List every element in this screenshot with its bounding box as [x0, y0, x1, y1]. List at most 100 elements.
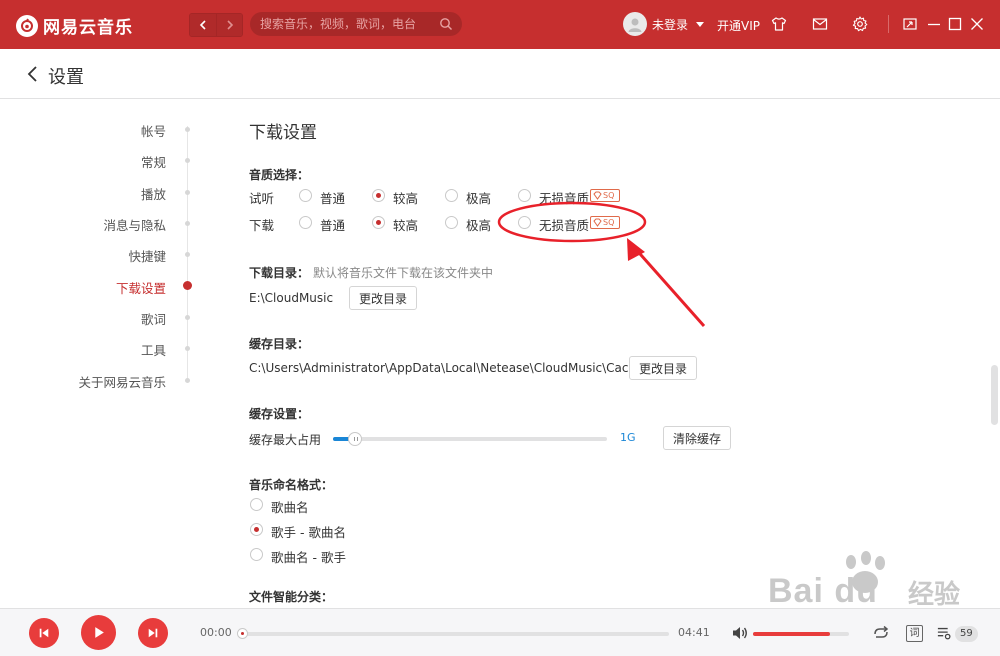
current-time: 00:00: [200, 626, 232, 639]
playlist-button[interactable]: [935, 624, 955, 642]
next-button[interactable]: [138, 618, 168, 648]
naming-option-artist-song-radio[interactable]: [250, 523, 263, 536]
download-dir-label: 下载目录： 默认将音乐文件下载在该文件夹中: [249, 264, 493, 281]
search-input[interactable]: [260, 17, 435, 31]
smart-sort-label: 文件智能分类：: [249, 590, 334, 604]
naming-option-song-radio[interactable]: [250, 498, 263, 511]
skin-button[interactable]: [770, 15, 788, 33]
mini-mode-button[interactable]: [901, 15, 919, 33]
quality-row-label-download: 下载: [249, 218, 275, 233]
option-label[interactable]: 歌曲名: [271, 497, 309, 516]
settings-button[interactable]: [851, 15, 869, 33]
sidebar-item-playback[interactable]: 播放: [141, 184, 166, 203]
option-label[interactable]: 普通: [320, 188, 345, 207]
quality-label: 音质选择：: [249, 168, 310, 182]
search-icon[interactable]: [439, 17, 453, 31]
sq-badge: SQ: [590, 216, 620, 229]
search-box[interactable]: [250, 12, 462, 36]
option-label[interactable]: 无损音质: [539, 188, 589, 207]
download-quality-high-radio[interactable]: [372, 216, 385, 229]
minimize-button[interactable]: [925, 15, 943, 33]
sidebar-item-download[interactable]: 下载设置: [116, 278, 166, 297]
player-bar: 00:00 04:41 词 59: [0, 608, 1000, 656]
sidebar-dot: [185, 158, 190, 163]
loop-mode-button[interactable]: [871, 624, 891, 642]
naming-option-song-artist-radio[interactable]: [250, 548, 263, 561]
sidebar-item-privacy[interactable]: 消息与隐私: [103, 215, 166, 234]
scrollbar-thumb[interactable]: [991, 365, 998, 425]
cache-size-slider[interactable]: [333, 432, 607, 446]
change-cache-dir-button[interactable]: 更改目录: [629, 356, 697, 380]
preview-quality-extreme-radio[interactable]: [445, 189, 458, 202]
playback-progress-thumb[interactable]: [237, 628, 248, 639]
play-button[interactable]: [81, 615, 116, 650]
skip-next-icon: [148, 628, 158, 638]
app-logo[interactable]: 网易云音乐: [16, 13, 133, 38]
back-button[interactable]: [190, 14, 216, 36]
sidebar-item-about[interactable]: 关于网易云音乐: [78, 372, 166, 391]
option-label[interactable]: 极高: [466, 215, 491, 234]
download-quality-lossless-radio[interactable]: [518, 216, 531, 229]
lyrics-toggle-button[interactable]: 词: [906, 625, 923, 642]
preview-quality-high-radio[interactable]: [372, 189, 385, 202]
preview-quality-lossless-radio[interactable]: [518, 189, 531, 202]
clear-cache-button[interactable]: 清除缓存: [663, 426, 731, 450]
option-label[interactable]: 极高: [466, 188, 491, 207]
diamond-icon: [593, 218, 602, 227]
sidebar-item-general[interactable]: 常规: [141, 152, 166, 171]
playlist-count-badge: 59: [955, 626, 978, 642]
history-nav: [189, 13, 243, 37]
chevron-right-icon: [226, 20, 233, 30]
option-label[interactable]: 歌曲名 - 歌手: [271, 547, 346, 566]
option-label[interactable]: 较高: [393, 188, 418, 207]
avatar[interactable]: [623, 12, 647, 36]
playlist-icon: [937, 627, 951, 640]
sidebar-item-tools[interactable]: 工具: [141, 340, 166, 359]
user-avatar-icon: [628, 18, 642, 32]
user-name[interactable]: 未登录: [652, 16, 688, 33]
download-quality-extreme-radio[interactable]: [445, 216, 458, 229]
sidebar-item-account[interactable]: 帐号: [141, 121, 166, 140]
option-label[interactable]: 无损音质: [539, 215, 589, 234]
tshirt-icon: [771, 17, 787, 31]
download-dir-label-text: 下载目录：: [249, 266, 310, 280]
sidebar-dot: [185, 315, 190, 320]
download-dir-hint: 默认将音乐文件下载在该文件夹中: [313, 266, 494, 280]
close-button[interactable]: [968, 15, 986, 33]
sidebar-dot: [185, 252, 190, 257]
cache-dir-path: C:\Users\Administrator\AppData\Local\Net…: [249, 361, 644, 375]
cache-max-value: 1G: [620, 431, 636, 444]
maximize-button[interactable]: [946, 15, 964, 33]
messages-button[interactable]: [811, 15, 829, 33]
option-label[interactable]: 歌手 - 歌曲名: [271, 522, 346, 541]
playback-progress-bar[interactable]: [237, 628, 669, 639]
total-time: 04:41: [678, 626, 710, 639]
sq-badge-text: SQ: [603, 191, 615, 200]
cache-dir-label: 缓存目录：: [249, 337, 310, 351]
sidebar-item-shortcuts[interactable]: 快捷键: [128, 246, 166, 265]
volume-icon[interactable]: [731, 625, 749, 641]
vip-button[interactable]: 开通VIP: [717, 17, 760, 34]
preview-quality-normal-radio[interactable]: [299, 189, 312, 202]
previous-button[interactable]: [29, 618, 59, 648]
option-label[interactable]: 较高: [393, 215, 418, 234]
chevron-left-icon: [199, 20, 206, 30]
minimize-icon: [928, 23, 940, 26]
forward-button[interactable]: [216, 14, 242, 36]
cache-slider-thumb[interactable]: [347, 432, 362, 446]
mail-icon: [812, 18, 828, 30]
sidebar-dot: [185, 346, 190, 351]
app-name: 网易云音乐: [43, 18, 133, 38]
change-download-dir-button[interactable]: 更改目录: [349, 286, 417, 310]
maximize-icon: [948, 17, 962, 31]
download-quality-normal-radio[interactable]: [299, 216, 312, 229]
loop-icon: [874, 625, 889, 638]
title-bar: 网易云音乐 未登录 开通VIP: [0, 0, 1000, 49]
option-label[interactable]: 普通: [320, 215, 345, 234]
volume-slider[interactable]: [753, 632, 849, 636]
back-arrow-icon[interactable]: [26, 65, 40, 83]
user-menu[interactable]: 未登录: [623, 12, 705, 36]
sidebar-item-lyrics[interactable]: 歌词: [141, 309, 166, 328]
cache-settings-label: 缓存设置：: [249, 407, 310, 421]
caret-down-icon[interactable]: [696, 21, 705, 27]
